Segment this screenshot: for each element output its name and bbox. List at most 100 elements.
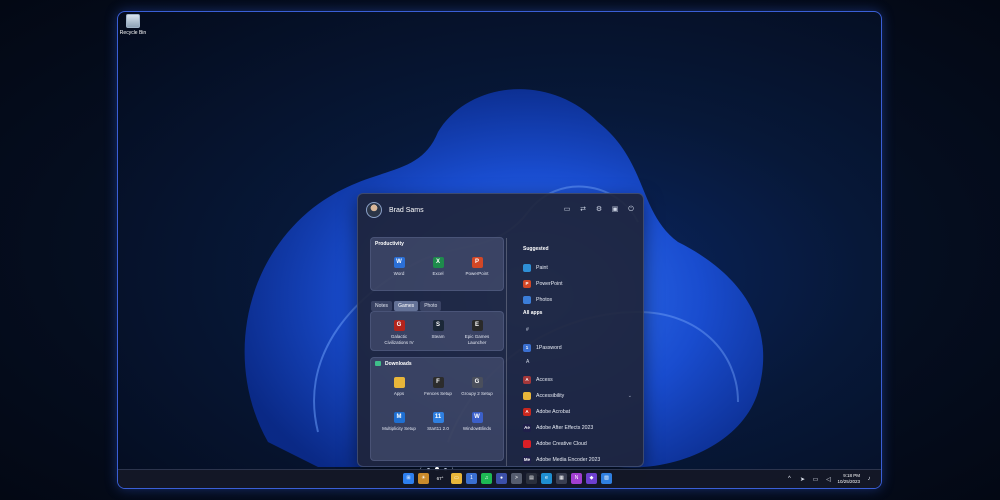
list-item[interactable]: Me Adobe Media Encoder 2023 [523, 452, 638, 468]
list-item[interactable]: A Adobe Acrobat [523, 404, 638, 420]
app-label: Start11 2.0 [427, 426, 449, 431]
file-explorer-icon[interactable]: ▭ [451, 473, 462, 484]
system-tray: ^ ➤ ▭ ◁ 9:18 PM 10/25/2023 ♪ [785, 473, 873, 485]
list-item-label: Adobe Media Encoder 2023 [536, 457, 601, 463]
letter-header-a[interactable]: A [523, 356, 638, 372]
recycle-bin-icon [126, 14, 140, 28]
list-item-label: 1Password [536, 345, 562, 351]
multiplicity-icon: M [393, 412, 405, 423]
groupy-icon: G [471, 377, 483, 388]
app-tile[interactable]: Apps [381, 377, 417, 397]
app-label: PowerPoint [465, 271, 489, 276]
acrobat-icon: A [523, 408, 531, 416]
app-icon[interactable]: ● [496, 473, 507, 484]
downloads-group: Downloads Apps F Fences Setup G Groupy 2 Set… [370, 357, 504, 461]
list-item[interactable]: A Access [523, 372, 638, 388]
tab-notes[interactable]: Notes [371, 301, 393, 311]
app-label: Multiplicity Setup [382, 426, 416, 431]
app-tile[interactable]: E Epic Games Launcher [459, 320, 495, 345]
app-tile[interactable]: M Multiplicity Setup [381, 412, 417, 432]
desktop-screen: Recycle Bin Brad Sams folder-icon▭ swap-i… [117, 11, 882, 489]
power-icon[interactable]: power-icon⏻ [627, 206, 635, 214]
swap-icon[interactable]: swap-icon⇄ [579, 206, 587, 214]
header-actions: folder-icon▭ swap-icon⇄ gear-icon⚙ layout-i… [563, 206, 635, 214]
app-icon-2[interactable]: ◆ [586, 473, 597, 484]
app-label: Word [393, 271, 405, 276]
letter-header-hash[interactable]: # [523, 324, 638, 340]
start-button-icon[interactable]: ⊞ [403, 473, 414, 484]
clock-date: 10/25/2023 [837, 479, 860, 484]
layout-icon-glyph: ▣ [611, 206, 619, 213]
volume-icon[interactable]: ◁ [824, 476, 832, 483]
list-item-label: PowerPoint [536, 281, 563, 287]
galciv-icon: G [393, 320, 405, 331]
terminal-icon[interactable]: > [511, 473, 522, 484]
folder-icon-glyph: ▭ [563, 206, 571, 213]
app-tile[interactable]: X Excel [420, 257, 456, 277]
app-label: Galactic Civilizations IV [384, 334, 414, 345]
app-tile[interactable]: G Galactic Civilizations IV [381, 320, 417, 345]
suggested-title: Suggested [523, 246, 549, 252]
app-tile[interactable]: W Word [381, 257, 417, 277]
list-item[interactable]: Ae Adobe After Effects 2023 [523, 420, 638, 436]
games-group: G Galactic Civilizations IV S Steam E Epic Ga… [370, 311, 504, 351]
power-icon-glyph: ⏻ [628, 206, 634, 213]
start11-icon: 11 [432, 412, 444, 423]
weather-temp[interactable]: 67° [433, 473, 447, 484]
clock[interactable]: 9:18 PM 10/25/2023 [837, 473, 860, 485]
app-tile[interactable]: P PowerPoint [459, 257, 495, 277]
gear-icon[interactable]: gear-icon⚙ [595, 206, 603, 214]
tab-photo[interactable]: Photo [420, 301, 442, 311]
creativecloud-icon [523, 440, 531, 448]
tab-games[interactable]: Games [394, 301, 419, 311]
display-icon[interactable]: ▭ [811, 476, 819, 483]
bell-icon[interactable]: ♪ [865, 476, 873, 482]
powerpoint-icon: P [471, 257, 483, 268]
app-tile[interactable]: G Groupy 2 Setup [459, 377, 495, 397]
layout-icon[interactable]: layout-icon▣ [611, 206, 619, 214]
folder-icon [393, 377, 405, 388]
folder-icon[interactable]: folder-icon▭ [563, 206, 571, 214]
app-tile[interactable]: W WindowBlinds [459, 412, 495, 432]
list-item[interactable]: Accessibility ⌄ [523, 388, 638, 404]
powerpoint-icon: P [523, 280, 531, 288]
photos-taskbar-icon[interactable]: ▧ [601, 473, 612, 484]
edge-icon[interactable]: e [541, 473, 552, 484]
excel-icon: X [432, 257, 444, 268]
store-icon[interactable]: ▦ [556, 473, 567, 484]
list-item[interactable]: Paint [523, 260, 638, 276]
app-label: Steam [431, 334, 445, 339]
recycle-bin-shortcut[interactable]: Recycle Bin [118, 14, 148, 36]
avatar[interactable] [366, 202, 382, 218]
spotify-icon[interactable]: ♫ [481, 473, 492, 484]
start-header: Brad Sams folder-icon▭ swap-icon⇄ gear-ico… [366, 200, 635, 220]
send-icon[interactable]: ➤ [798, 476, 806, 483]
all-apps-title: All apps [523, 310, 543, 316]
app-list: Suggested Paint P PowerPoint Photos All app… [523, 244, 638, 484]
list-item[interactable]: Photos [523, 292, 638, 308]
list-item-label: Paint [536, 265, 548, 271]
paint-icon [523, 264, 531, 272]
notepad-icon[interactable]: ▤ [526, 473, 537, 484]
app-tile[interactable]: F Fences Setup [420, 377, 456, 397]
swap-icon-glyph: ⇄ [580, 206, 586, 213]
app-tile[interactable]: 11 Start11 2.0 [420, 412, 456, 432]
start-menu: Brad Sams folder-icon▭ swap-icon⇄ gear-ico… [357, 193, 644, 480]
list-item-label: Access [536, 377, 553, 383]
list-item[interactable]: Adobe Creative Cloud [523, 436, 638, 452]
weather-icon[interactable]: ☀ [418, 473, 429, 484]
onenote-icon[interactable]: N [571, 473, 582, 484]
app-label: Excel [432, 271, 444, 276]
chevron-up-icon[interactable]: ^ [785, 476, 793, 482]
photos-icon [523, 296, 531, 304]
list-item[interactable]: 1 1Password [523, 340, 638, 356]
list-item[interactable]: P PowerPoint [523, 276, 638, 292]
folder-icon [523, 392, 531, 400]
column-divider [506, 238, 507, 466]
app-tile[interactable]: S Steam [420, 320, 456, 340]
aftereffects-icon: Ae [523, 424, 531, 432]
chevron-down-icon[interactable]: ⌄ [628, 393, 632, 399]
group-tabs: Notes Games Photo [371, 301, 442, 311]
1password-icon[interactable]: 1 [466, 473, 477, 484]
app-label: Groupy 2 Setup [461, 391, 493, 396]
